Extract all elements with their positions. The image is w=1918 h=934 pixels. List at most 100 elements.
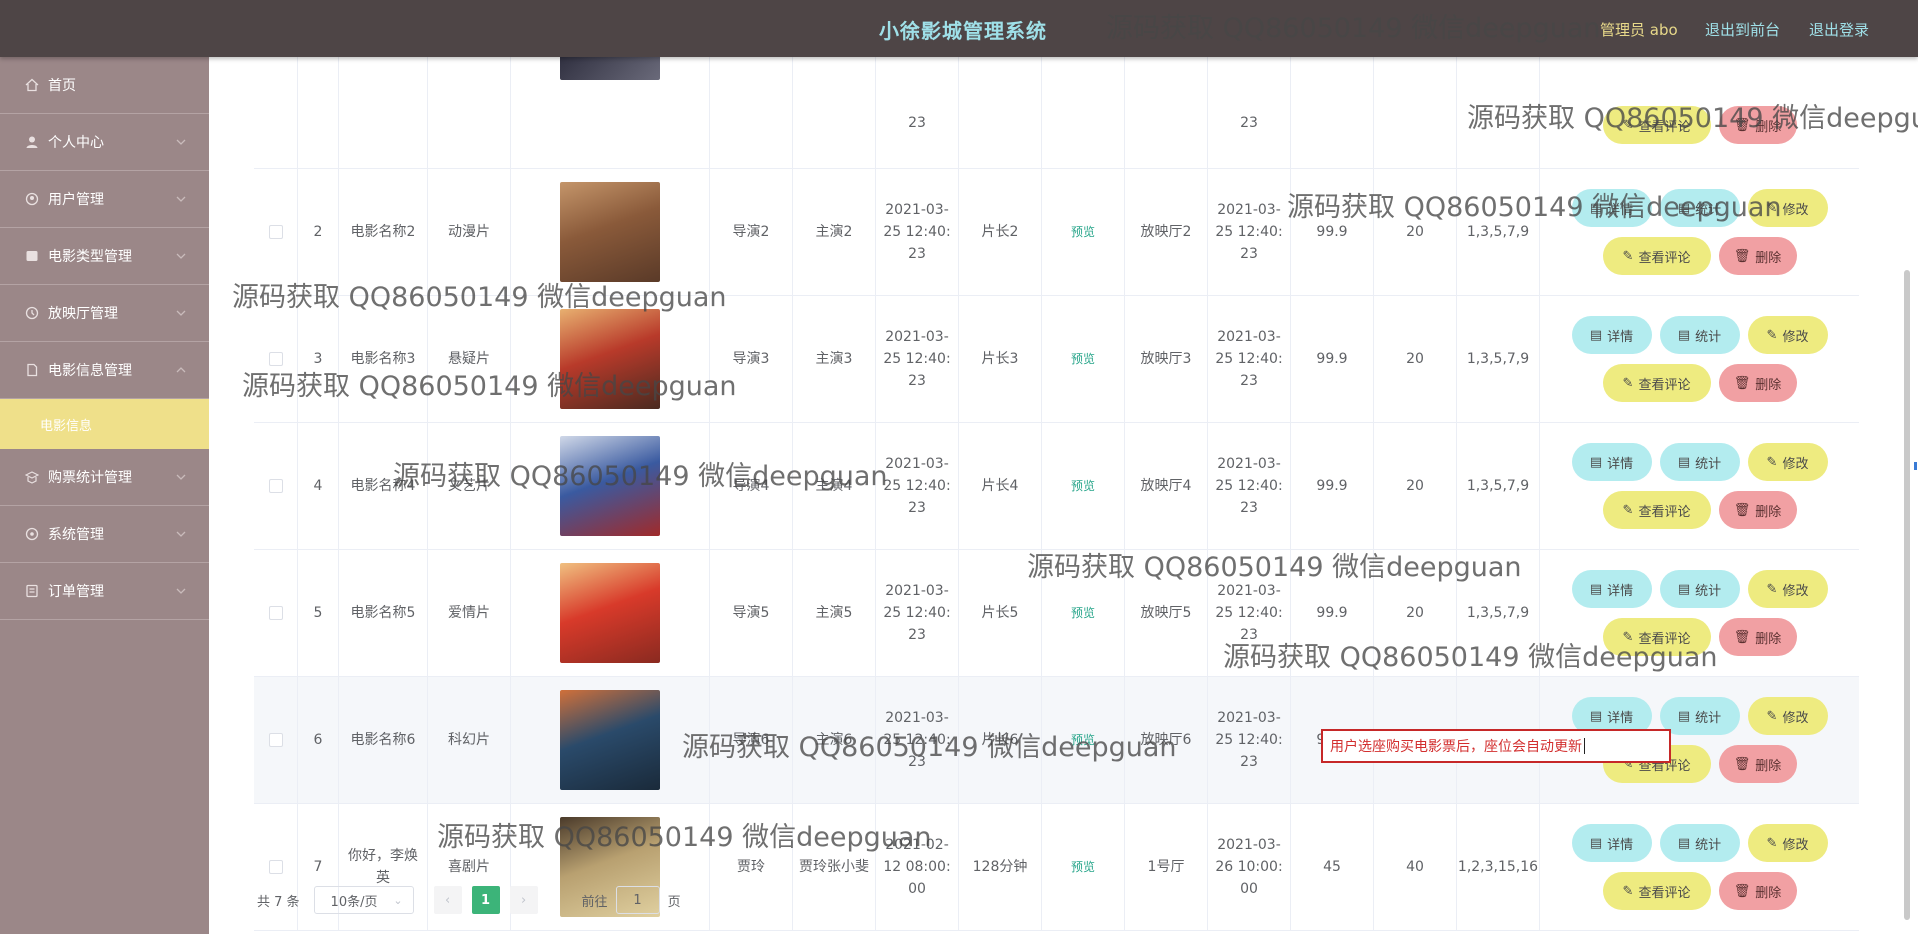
type-value: 悬疑片 [448, 351, 490, 367]
preview-link[interactable]: 预览 [1071, 729, 1095, 751]
delete-button[interactable]: 🗑 删除 [1718, 237, 1797, 275]
movie-poster[interactable] [560, 690, 660, 790]
edit-label: 修改 [1782, 837, 1809, 853]
view-comments-button[interactable]: ✎ 查看评论 [1602, 872, 1711, 910]
detail-button[interactable]: ▤ 详情 [1571, 443, 1652, 481]
director-value: 导演3 [732, 351, 770, 367]
date-line: 2021-03- [1217, 710, 1281, 726]
row-checkbox[interactable] [268, 733, 283, 747]
view-comments-button[interactable]: ✎ 查看评论 [1602, 106, 1711, 144]
id-cell: 3 [298, 296, 339, 422]
edit-button[interactable]: ✎ 修改 [1747, 697, 1828, 735]
date-line: 23 [908, 500, 926, 516]
sidebar-item-label: 个人中心 [48, 135, 104, 151]
stats-button[interactable]: ▤ 统计 [1659, 443, 1740, 481]
movie-poster[interactable] [560, 436, 660, 536]
sidebar-item-ticket-stats[interactable]: 购票统计管理 [0, 449, 209, 506]
view-comments-label: 查看评论 [1638, 377, 1691, 393]
length-value: 片长5 [981, 605, 1019, 621]
detail-button[interactable]: ▤ 详情 [1571, 824, 1652, 862]
row-checkbox[interactable] [268, 479, 283, 493]
sidebar-item-profile[interactable]: 个人中心 [0, 114, 209, 171]
chevron-down-icon [175, 136, 187, 152]
date-line: 2021-03- [885, 202, 949, 218]
date-line: 2021-03- [1217, 202, 1281, 218]
stats-button[interactable]: ▤ 统计 [1659, 824, 1740, 862]
page-number-current[interactable]: 1 [471, 886, 500, 914]
hall-value: 放映厅4 [1140, 478, 1192, 494]
delete-label: 删除 [1755, 885, 1782, 901]
preview-link[interactable]: 预览 [1071, 602, 1095, 624]
stats-button[interactable]: ▤ 统计 [1659, 697, 1740, 735]
row-checkbox[interactable] [268, 860, 283, 874]
page-size-select[interactable]: 10条/页 ⌄ [313, 886, 414, 914]
show-time-cell: 2021-03- 25 12:40: 23 [1208, 296, 1291, 422]
view-comments-button[interactable]: ✎ 查看评论 [1602, 237, 1711, 275]
delete-button[interactable]: 🗑 删除 [1718, 618, 1797, 656]
sidebar-item-movie-types[interactable]: 电影类型管理 [0, 228, 209, 285]
edit-button[interactable]: ✎ 修改 [1747, 570, 1828, 608]
delete-button[interactable]: 🗑 删除 [1718, 364, 1797, 402]
stats-button[interactable]: ▤ 统计 [1659, 189, 1740, 227]
director-value: 导演6 [732, 732, 770, 748]
annotation-box[interactable]: 用户选座购买电影票后，座位会自动更新 [1321, 729, 1671, 763]
actor-value: 主演4 [815, 478, 853, 494]
type-value: 科幻片 [448, 732, 490, 748]
preview-link[interactable]: 预览 [1071, 475, 1095, 497]
document-icon: ▤ [1677, 454, 1691, 470]
sidebar-subitem-label: 电影信息 [40, 418, 93, 434]
delete-button[interactable]: 🗑 删除 [1718, 745, 1797, 783]
goto-page-input[interactable]: 1 [615, 886, 660, 914]
logout-link[interactable]: 退出登录 [1809, 19, 1869, 40]
name-cell: 电影名称4 [339, 423, 428, 549]
edit-button[interactable]: ✎ 修改 [1747, 189, 1828, 227]
sidebar-item-home[interactable]: 首页 [0, 57, 209, 114]
delete-button[interactable]: 🗑 删除 [1718, 106, 1797, 144]
chevron-left-icon: ‹ [444, 892, 451, 908]
front-link[interactable]: 退出到前台 [1705, 19, 1780, 40]
preview-link[interactable]: 预览 [1071, 221, 1095, 243]
movie-poster[interactable] [560, 563, 660, 663]
view-comments-button[interactable]: ✎ 查看评论 [1602, 618, 1711, 656]
sidebar-item-halls[interactable]: 放映厅管理 [0, 285, 209, 342]
next-page-button[interactable]: › [509, 886, 538, 914]
edit-button[interactable]: ✎ 修改 [1747, 443, 1828, 481]
detail-button[interactable]: ▤ 详情 [1571, 189, 1652, 227]
sidebar-subitem-movie-info[interactable]: 电影信息 [0, 399, 209, 449]
scrollbar[interactable] [1904, 270, 1910, 920]
price-value: 99.9 [1316, 478, 1348, 494]
id-cell: 6 [298, 677, 339, 803]
row-checkbox[interactable] [268, 352, 283, 366]
sidebar-item-orders[interactable]: 订单管理 [0, 563, 209, 620]
name-value: 你好，李焕英 [348, 848, 418, 886]
delete-button[interactable]: 🗑 删除 [1718, 872, 1797, 910]
view-comments-button[interactable]: ✎ 查看评论 [1602, 364, 1711, 402]
length-cell: 片长5 [959, 550, 1042, 676]
actor-cell: 主演2 [793, 169, 876, 295]
sidebar-item-movies[interactable]: 电影信息管理 [0, 342, 209, 399]
document-icon: ▤ [1589, 581, 1603, 597]
preview-link[interactable]: 预览 [1071, 856, 1095, 878]
delete-button[interactable]: 🗑 删除 [1718, 491, 1797, 529]
edit-button[interactable]: ✎ 修改 [1747, 316, 1828, 354]
sidebar-item-users[interactable]: 用户管理 [0, 171, 209, 228]
detail-button[interactable]: ▤ 详情 [1571, 570, 1652, 608]
name-value: 电影名称3 [350, 351, 416, 367]
delete-label: 删除 [1755, 377, 1782, 393]
movie-poster[interactable] [560, 182, 660, 282]
row-checkbox[interactable] [268, 225, 283, 239]
document-icon: ▤ [1589, 454, 1603, 470]
sidebar-item-system[interactable]: 系统管理 [0, 506, 209, 563]
preview-link[interactable]: 预览 [1071, 348, 1095, 370]
actor-cell: 贾玲张小斐 [793, 804, 876, 930]
stats-button[interactable]: ▤ 统计 [1659, 316, 1740, 354]
detail-button[interactable]: ▤ 详情 [1571, 316, 1652, 354]
view-comments-button[interactable]: ✎ 查看评论 [1602, 491, 1711, 529]
movie-poster[interactable] [560, 309, 660, 409]
edit-button[interactable]: ✎ 修改 [1747, 824, 1828, 862]
prev-page-button[interactable]: ‹ [433, 886, 462, 914]
actor-cell: 主演3 [793, 296, 876, 422]
stats-button[interactable]: ▤ 统计 [1659, 570, 1740, 608]
edit-icon: ✎ [1622, 629, 1634, 645]
row-checkbox[interactable] [268, 606, 283, 620]
